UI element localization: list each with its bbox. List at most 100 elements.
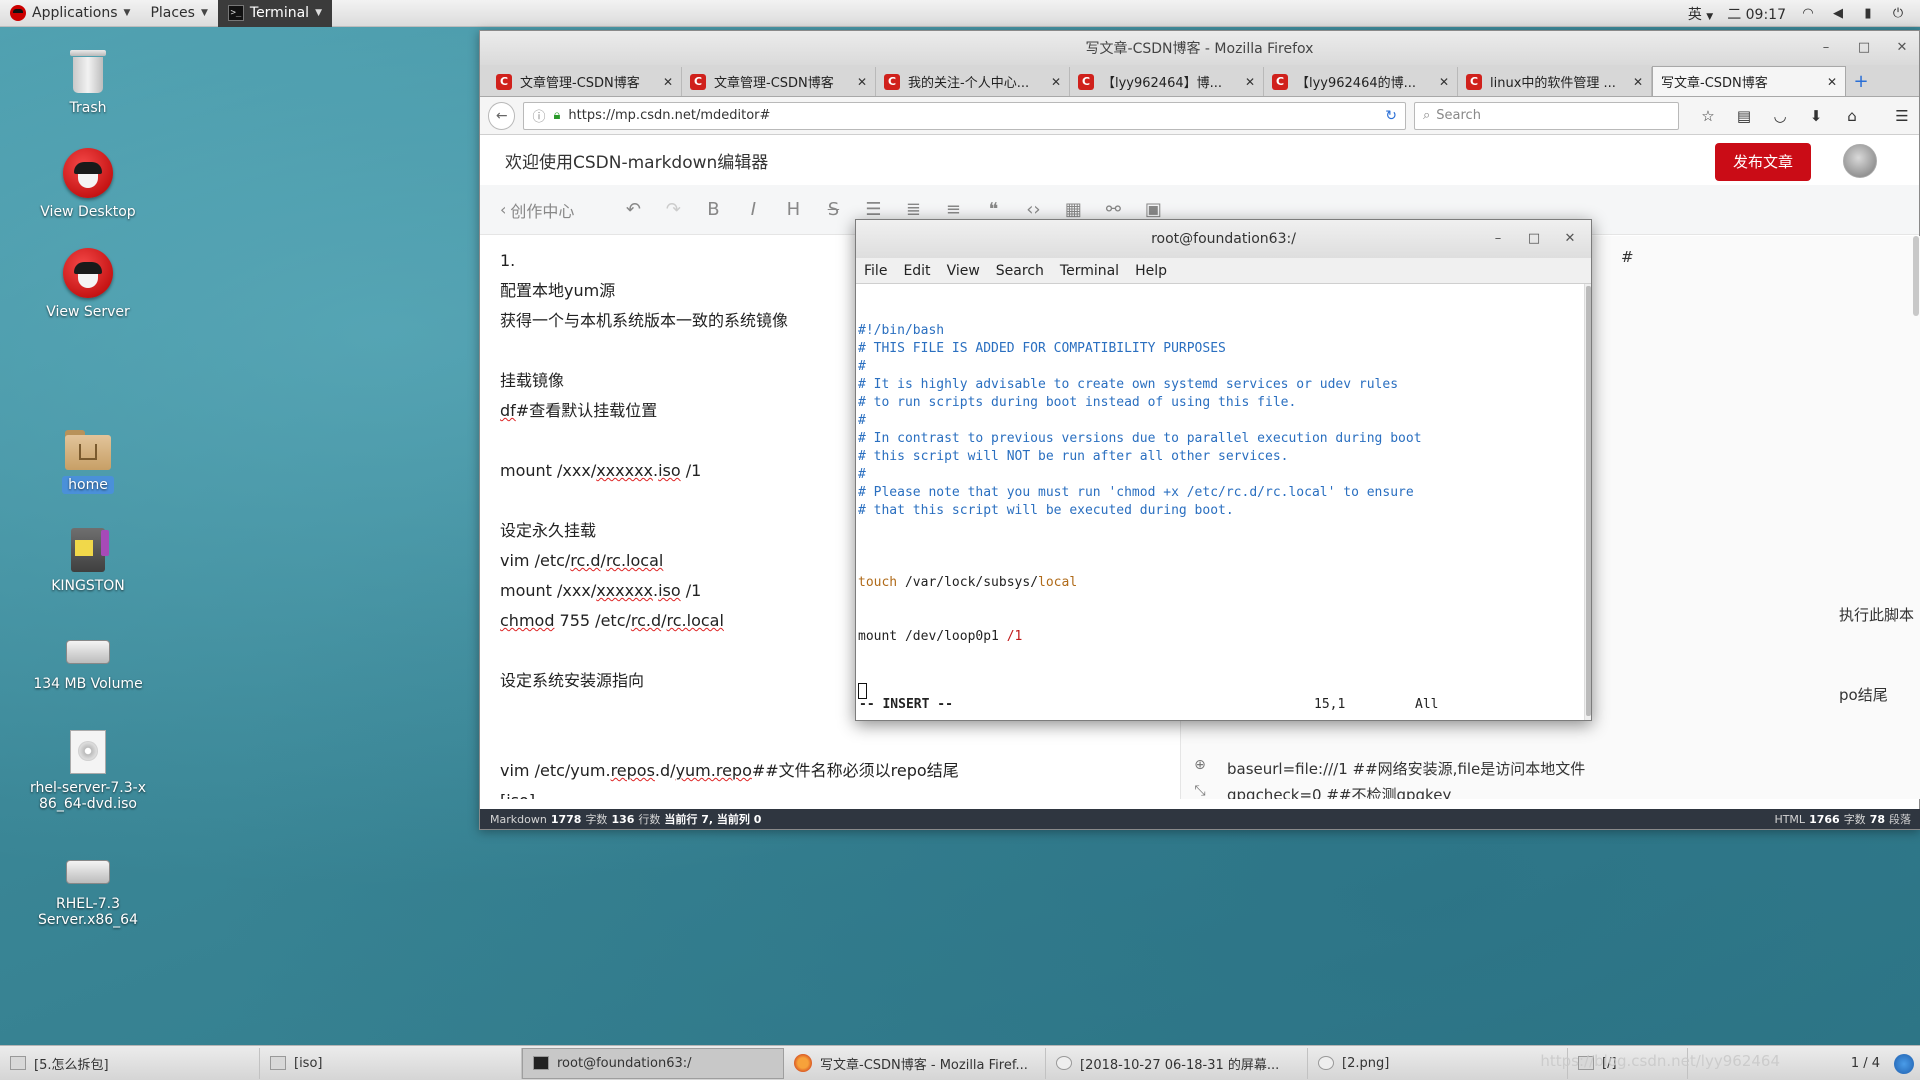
power-icon[interactable]: ⏻ xyxy=(1890,6,1906,21)
status-char-count: 1778 xyxy=(550,812,582,826)
browser-tab[interactable]: Clinux中的软件管理 ... ✕ xyxy=(1458,67,1652,96)
terminal-touch-command: touch xyxy=(858,575,898,590)
terminal-titlebar[interactable]: root@foundation63:/ – □ ✕ xyxy=(856,220,1591,258)
menu-file[interactable]: File xyxy=(864,263,887,279)
terminal-line: # In contrast to previous versions due t… xyxy=(858,431,1422,446)
desktop-icon-label: KINGSTON xyxy=(51,578,125,594)
minimize-button[interactable]: – xyxy=(1487,229,1509,249)
heading-icon[interactable]: H xyxy=(782,199,804,220)
tab-close-icon[interactable]: ✕ xyxy=(857,75,867,89)
unordered-list-icon[interactable]: ☰ xyxy=(862,199,884,220)
close-button[interactable]: ✕ xyxy=(1559,229,1581,249)
tab-close-icon[interactable]: ✕ xyxy=(1051,75,1061,89)
info-icon[interactable]: ⓘ xyxy=(532,106,545,125)
browser-tab[interactable]: C 文章管理-CSDN博客 ✕ xyxy=(682,67,876,96)
taskbar-item-label: 写文章-CSDN博客 - Mozilla Firef... xyxy=(820,1057,1028,1073)
tab-close-icon[interactable]: ✕ xyxy=(1633,75,1643,89)
desktop-icon-label: rhel-server-7.3-x86_64-dvd.iso xyxy=(29,780,146,812)
url-bar[interactable]: ⓘ 🔒︎ https://mp.csdn.net/mdeditor# ↻ xyxy=(523,101,1406,130)
hamburger-menu-icon[interactable]: ☰ xyxy=(1893,107,1911,125)
redhat-logo-icon xyxy=(63,148,113,198)
desktop-icon-kingston[interactable]: KINGSTON xyxy=(13,528,163,594)
avatar[interactable] xyxy=(1843,144,1877,178)
browser-tab[interactable]: C 我的关注-个人中心... ✕ xyxy=(876,67,1070,96)
notification-icon[interactable] xyxy=(1894,1054,1914,1074)
download-icon[interactable]: ⬇ xyxy=(1807,107,1825,125)
menu-search[interactable]: Search xyxy=(996,263,1044,279)
terminal-app-menu[interactable]: >_ Terminal ▼ xyxy=(217,0,332,27)
task-list-icon[interactable]: ≡ xyxy=(942,199,964,220)
desktop-icon-view-server[interactable]: View Server xyxy=(13,248,163,320)
minimize-button[interactable]: – xyxy=(1815,38,1837,58)
redo-icon[interactable]: ↷ xyxy=(662,199,684,220)
taskbar-item[interactable]: [2018-10-27 06-18-31 的屏幕... xyxy=(1046,1047,1308,1079)
code-icon[interactable]: ‹› xyxy=(1022,199,1044,220)
bookmark-star-icon[interactable]: ☆ xyxy=(1699,107,1717,125)
new-tab-button[interactable]: + xyxy=(1846,67,1876,96)
menu-terminal[interactable]: Terminal xyxy=(1060,263,1119,279)
italic-icon[interactable]: I xyxy=(742,199,764,220)
close-button[interactable]: ✕ xyxy=(1891,38,1913,58)
link-icon[interactable]: ⚯ xyxy=(1102,199,1124,220)
workspace-pager[interactable]: 1 / 4 xyxy=(1851,1046,1880,1080)
preview-scrollbar[interactable] xyxy=(1913,236,1919,316)
preview-partial-text: 执行此脚本 xyxy=(1839,606,1915,624)
firefox-titlebar[interactable]: 写文章-CSDN博客 - Mozilla Firefox – □ ✕ xyxy=(480,31,1919,65)
tab-close-icon[interactable]: ✕ xyxy=(1827,75,1837,89)
bold-icon[interactable]: B xyxy=(702,199,724,220)
wifi-icon[interactable]: ◠ xyxy=(1800,6,1816,21)
back-button[interactable]: ← xyxy=(488,101,516,130)
desktop-icon-rhel-server[interactable]: RHEL-7.3 Server.x86_64 xyxy=(13,860,163,928)
desktop-icon-volume[interactable]: 134 MB Volume xyxy=(13,640,163,692)
reading-list-icon[interactable]: ▤ xyxy=(1735,107,1753,125)
caret-down-icon: ▼ xyxy=(200,8,208,18)
applications-menu[interactable]: Applications ▼ xyxy=(0,0,140,27)
maximize-button[interactable]: □ xyxy=(1523,229,1545,249)
redhat-icon xyxy=(10,5,26,21)
undo-icon[interactable]: ↶ xyxy=(622,199,644,220)
home-icon[interactable]: ⌂ xyxy=(1843,107,1861,125)
clock[interactable]: 二 09:17 xyxy=(1727,4,1786,24)
table-icon[interactable]: ▦ xyxy=(1062,199,1084,220)
taskbar-item[interactable]: 写文章-CSDN博客 - Mozilla Firef... xyxy=(784,1047,1046,1079)
search-placeholder: Search xyxy=(1436,108,1481,123)
browser-tab[interactable]: C 【lyy962464】博... ✕ xyxy=(1070,67,1264,96)
terminal-output[interactable]: #!/bin/bash # THIS FILE IS ADDED FOR COMP… xyxy=(856,284,1586,720)
menu-view[interactable]: View xyxy=(947,263,980,279)
desktop-icon-trash[interactable]: Trash xyxy=(13,48,163,116)
volume-icon[interactable]: ◀ xyxy=(1830,6,1846,21)
publish-button[interactable]: 发布文章 xyxy=(1715,143,1811,181)
search-bar[interactable]: ⌕ Search xyxy=(1414,101,1679,130)
pocket-icon[interactable]: ◡ xyxy=(1771,107,1789,125)
tab-close-icon[interactable]: ✕ xyxy=(1245,75,1255,89)
quote-icon[interactable]: ❝ xyxy=(982,199,1004,220)
taskbar-item-active[interactable]: root@foundation63:/ xyxy=(522,1047,784,1079)
menu-edit[interactable]: Edit xyxy=(903,263,930,279)
desktop-icon-rhel-iso[interactable]: rhel-server-7.3-x86_64-dvd.iso xyxy=(13,730,163,812)
terminal-scrollbar[interactable] xyxy=(1584,284,1591,720)
preview-sidebar-expand-icon[interactable]: ⤡ xyxy=(1191,783,1209,799)
desktop-icon-home[interactable]: home xyxy=(13,430,163,494)
reload-icon[interactable]: ↻ xyxy=(1385,108,1397,124)
battery-icon[interactable]: ▮ xyxy=(1860,6,1876,21)
browser-tab[interactable]: C 【lyy962464的博... ✕ xyxy=(1264,67,1458,96)
ordered-list-icon[interactable]: ≣ xyxy=(902,199,924,220)
tab-label: 文章管理-CSDN博客 xyxy=(714,76,834,91)
taskbar-item[interactable]: [2.png] xyxy=(1308,1047,1568,1079)
preview-sidebar-target-icon[interactable]: ⊕ xyxy=(1191,757,1209,775)
image-icon[interactable]: ▣ xyxy=(1142,199,1164,220)
input-method-indicator[interactable]: 英 ▼ xyxy=(1688,4,1713,24)
taskbar-item[interactable]: [iso] xyxy=(260,1047,522,1079)
strikethrough-icon[interactable]: S xyxy=(822,199,844,220)
browser-tab[interactable]: C 文章管理-CSDN博客 ✕ xyxy=(488,67,682,96)
browser-tab-active[interactable]: 写文章-CSDN博客 ✕ xyxy=(1652,66,1846,96)
places-menu[interactable]: Places ▼ xyxy=(140,0,217,27)
taskbar-item[interactable]: [5.怎么拆包] xyxy=(0,1047,260,1079)
tab-close-icon[interactable]: ✕ xyxy=(1439,75,1449,89)
desktop-icon-view-desktop[interactable]: View Desktop xyxy=(13,148,163,220)
tab-close-icon[interactable]: ✕ xyxy=(663,75,673,89)
creation-center-link[interactable]: ‹ 创作中心 xyxy=(500,198,574,222)
menu-help[interactable]: Help xyxy=(1135,263,1167,279)
terminal-line: # to run scripts during boot instead of … xyxy=(858,395,1297,410)
maximize-button[interactable]: □ xyxy=(1853,38,1875,58)
